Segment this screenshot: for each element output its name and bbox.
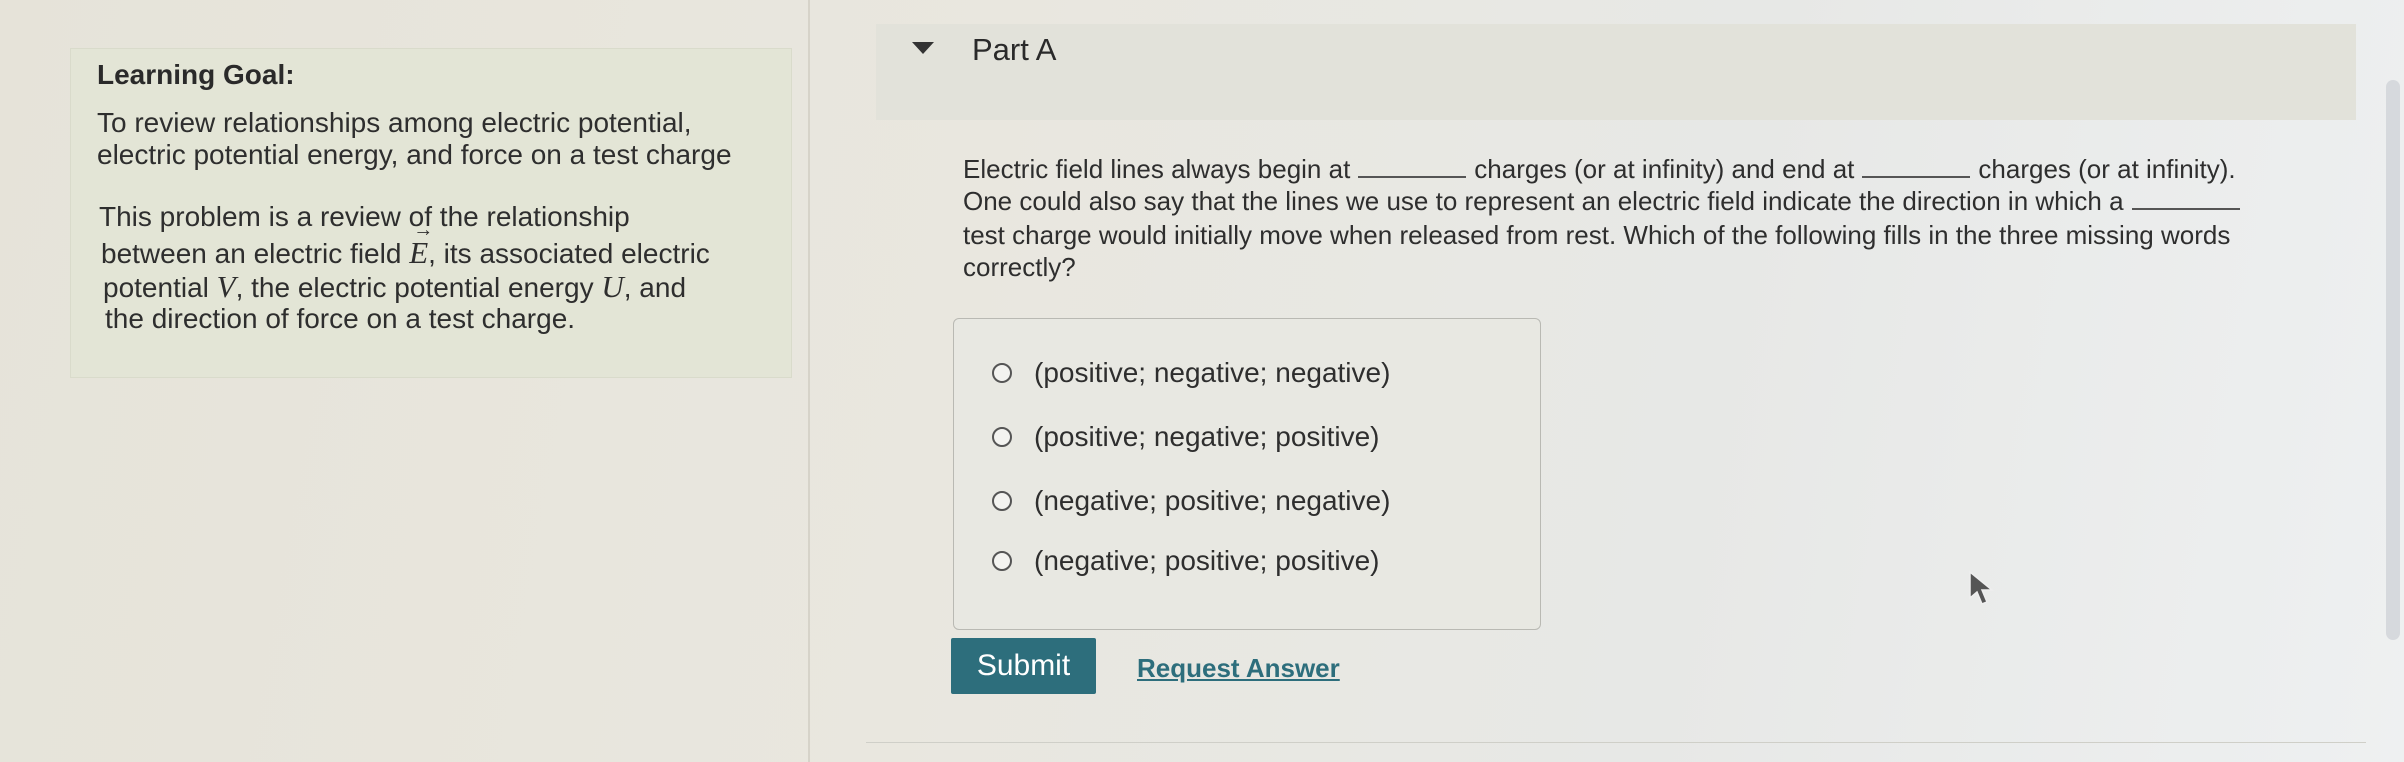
part-title: Part A (972, 32, 1057, 67)
request-answer-link[interactable]: Request Answer (1137, 653, 1340, 684)
answer-options: (positive; negative; negative) (positive… (953, 318, 1541, 630)
learning-goal-text-line: electric potential energy, and force on … (97, 139, 732, 170)
description-line: potential V, the electric potential ener… (103, 269, 686, 305)
question-line: correctly? (963, 252, 1076, 282)
option-label[interactable]: (positive; negative; positive) (1034, 421, 1380, 453)
scrollbar[interactable] (2386, 80, 2400, 640)
potential-energy-symbol: U (601, 269, 624, 304)
description-line: the direction of force on a test charge. (105, 303, 576, 334)
learning-goal-text-line: To review relationships among electric p… (97, 107, 692, 138)
radio-button-icon[interactable] (992, 491, 1012, 511)
blank-line (1862, 158, 1971, 178)
description-text: between an electric field (101, 238, 410, 269)
submit-button[interactable]: Submit (951, 638, 1096, 694)
answer-option[interactable]: (positive; negative; negative) (992, 353, 1390, 393)
electric-field-symbol: E (409, 219, 433, 271)
potential-symbol: V (216, 269, 236, 304)
question-text: charges (or at infinity) and end at (1474, 154, 1855, 184)
learning-goal-title: Learning Goal: (97, 59, 295, 90)
question-text: Electric field lines always begin at (963, 154, 1351, 184)
collapse-caret-icon[interactable] (912, 42, 934, 54)
mouse-pointer-icon (1969, 570, 1995, 605)
description-line: This problem is a review of the relation… (99, 201, 630, 232)
radio-button-icon[interactable] (992, 363, 1012, 383)
divider (866, 742, 2366, 743)
radio-button-icon[interactable] (992, 427, 1012, 447)
question-line: test charge would initially move when re… (963, 220, 2231, 250)
radio-button-icon[interactable] (992, 551, 1012, 571)
answer-option[interactable]: (negative; positive; negative) (992, 481, 1390, 521)
description-text: , and (623, 272, 687, 303)
option-label[interactable]: (negative; positive; positive) (1034, 545, 1380, 577)
description-line: between an electric field E, its associa… (101, 219, 710, 271)
blank-line (1358, 158, 1467, 178)
description-text: , the electric potential energy (235, 272, 602, 303)
learning-goal-panel: Learning Goal: To review relationships a… (70, 48, 792, 378)
option-label[interactable]: (negative; positive; negative) (1034, 485, 1390, 517)
question-line: One could also say that the lines we use… (963, 186, 2248, 217)
question-text: charges (or at infinity). (1978, 154, 2236, 184)
part-header[interactable]: Part A (876, 24, 2356, 120)
description-text: , its associated electric (428, 238, 710, 269)
answer-option[interactable]: (negative; positive; positive) (992, 541, 1380, 581)
answer-option[interactable]: (positive; negative; positive) (992, 417, 1380, 457)
blank-line (2131, 190, 2240, 210)
question-text: One could also say that the lines we use… (963, 186, 2124, 216)
question-line: Electric field lines always begin at char… (963, 154, 2236, 185)
panel-divider (808, 0, 810, 762)
option-label[interactable]: (positive; negative; negative) (1034, 357, 1390, 389)
description-text: potential (103, 272, 217, 303)
